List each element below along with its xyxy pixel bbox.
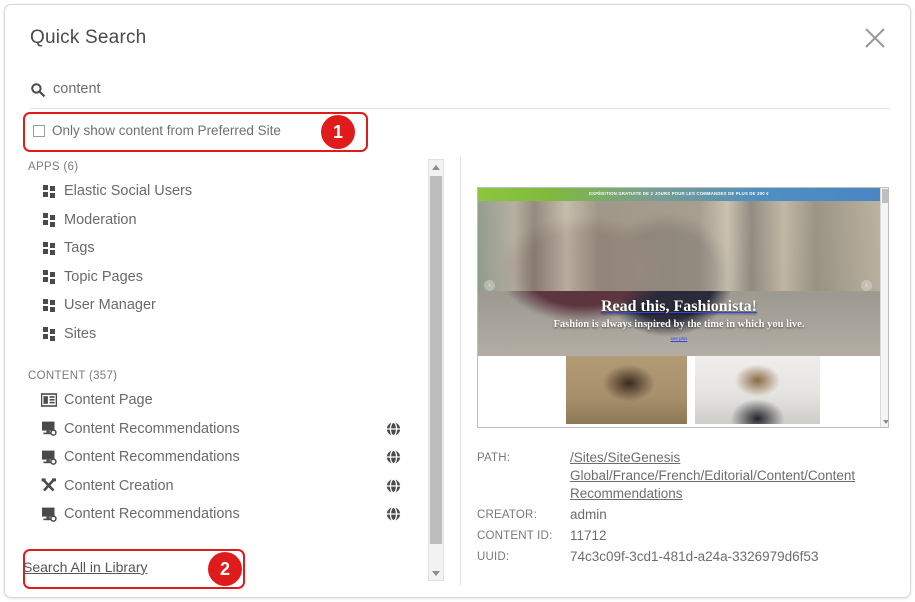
promo-banner: EXPÉDITION GRATUITE DE 2 JOURS POUR LES … — [478, 188, 880, 201]
list-item[interactable]: Elastic Social Users — [23, 177, 423, 206]
list-item-label: User Manager — [64, 297, 156, 313]
search-icon — [30, 82, 46, 98]
page-title: Quick Search — [30, 27, 146, 49]
list-item-label: Content Page — [64, 392, 153, 408]
content-recommendations-icon — [41, 421, 57, 437]
list-item[interactable]: Content Recommendations — [23, 500, 423, 529]
list-item[interactable]: Tags — [23, 234, 423, 263]
hero-background — [478, 201, 880, 291]
list-item[interactable]: Content Recommendations — [23, 415, 423, 444]
metadata-row: CREATOR: admin — [477, 506, 890, 524]
metadata-row: UUID: 74c3c09f-3cd1-481d-a24a-3326979d6f… — [477, 548, 890, 566]
metadata-row: PATH: /Sites/SiteGenesis Global/France/F… — [477, 449, 890, 503]
list-item[interactable]: Content Page — [23, 386, 423, 415]
apps-grid-icon — [41, 240, 57, 256]
metadata-value-path[interactable]: /Sites/SiteGenesis Global/France/French/… — [570, 449, 870, 503]
detail-panel: EXPÉDITION GRATUITE DE 2 JOURS POUR LES … — [477, 157, 890, 585]
preview-tile — [695, 356, 820, 424]
scrollbar-thumb[interactable] — [430, 176, 442, 544]
metadata-value-uuid: 74c3c09f-3cd1-481d-a24a-3326979d6f53 — [570, 548, 818, 566]
annotation-badge-1: 1 — [321, 115, 355, 149]
list-item-label: Content Creation — [64, 478, 174, 494]
chevron-left-icon[interactable]: ‹ — [484, 280, 495, 291]
content-group-label: CONTENT (357) — [28, 370, 423, 382]
search-all-in-library-link[interactable]: Search All in Library — [23, 559, 148, 575]
panel-divider — [460, 157, 461, 585]
preferred-site-checkbox[interactable] — [33, 125, 45, 137]
content-recommendations-icon — [41, 506, 57, 522]
list-item-label: Content Recommendations — [64, 506, 240, 522]
list-item-label: Elastic Social Users — [64, 183, 192, 199]
metadata-key: UUID: — [477, 548, 570, 563]
list-item-label: Moderation — [64, 212, 137, 228]
results-scrollbar[interactable] — [428, 159, 444, 581]
preview-scrollbar[interactable] — [880, 188, 888, 427]
close-icon[interactable] — [858, 21, 892, 55]
hero-cta-link[interactable]: see plus — [478, 336, 880, 341]
globe-icon[interactable] — [386, 478, 401, 493]
content-page-icon — [41, 392, 57, 408]
search-query-value: content — [53, 81, 101, 98]
list-item[interactable]: Sites — [23, 320, 423, 349]
preferred-site-filter[interactable]: Only show content from Preferred Site — [33, 123, 281, 138]
globe-icon[interactable] — [386, 450, 401, 465]
list-item[interactable]: Topic Pages — [23, 263, 423, 292]
hero-headline: Read this, Fashionista! — [478, 298, 880, 316]
globe-icon[interactable] — [386, 421, 401, 436]
metadata-value-content-id: 11712 — [570, 527, 607, 545]
apps-grid-icon — [41, 183, 57, 199]
metadata-row: CONTENT ID: 11712 — [477, 527, 890, 545]
apps-grid-icon — [41, 297, 57, 313]
list-item-label: Sites — [64, 326, 96, 342]
content-creation-icon — [41, 478, 57, 494]
hero-image — [478, 201, 880, 356]
list-item-label: Tags — [64, 240, 95, 256]
list-item-label: Topic Pages — [64, 269, 143, 285]
preview-scrollbar-thumb[interactable] — [882, 189, 888, 203]
apps-grid-icon — [41, 269, 57, 285]
quick-search-dialog: Quick Search content Only show content f… — [4, 4, 911, 598]
promo-banner-text: EXPÉDITION GRATUITE DE 2 JOURS POUR LES … — [478, 191, 880, 196]
preview-scroll-down-icon[interactable] — [883, 420, 889, 424]
content-recommendations-icon — [41, 449, 57, 465]
list-item-label: Content Recommendations — [64, 449, 240, 465]
metadata-key: CREATOR: — [477, 506, 570, 521]
preview-page-render: EXPÉDITION GRATUITE DE 2 JOURS POUR LES … — [478, 188, 888, 427]
metadata-key: CONTENT ID: — [477, 527, 570, 542]
globe-icon[interactable] — [386, 507, 401, 522]
list-item[interactable]: Content Creation — [23, 472, 423, 501]
list-item[interactable]: Moderation — [23, 206, 423, 235]
search-input[interactable]: content — [30, 81, 890, 109]
hero-subheadline: Fashion is always inspired by the time i… — [478, 319, 880, 330]
list-item[interactable]: User Manager — [23, 291, 423, 320]
apps-grid-icon — [41, 212, 57, 228]
list-item[interactable]: Content Recommendations — [23, 443, 423, 472]
preferred-site-label: Only show content from Preferred Site — [52, 123, 281, 138]
metadata-value-creator: admin — [570, 506, 607, 524]
search-results-list: APPS (6) Elastic Social Users Moderation… — [23, 157, 423, 585]
chevron-up-icon[interactable] — [429, 160, 443, 174]
apps-grid-icon — [41, 326, 57, 342]
preview-tile — [566, 356, 687, 424]
metadata-key: PATH: — [477, 449, 570, 464]
preview-tile-row — [478, 356, 880, 419]
annotation-badge-2: 2 — [208, 552, 242, 586]
preview-thumbnail: EXPÉDITION GRATUITE DE 2 JOURS POUR LES … — [477, 187, 889, 428]
metadata-list: PATH: /Sites/SiteGenesis Global/France/F… — [477, 449, 890, 569]
chevron-right-icon[interactable]: › — [861, 280, 872, 291]
list-item-label: Content Recommendations — [64, 421, 240, 437]
chevron-down-icon[interactable] — [429, 566, 443, 580]
apps-group-label: APPS (6) — [28, 161, 423, 173]
